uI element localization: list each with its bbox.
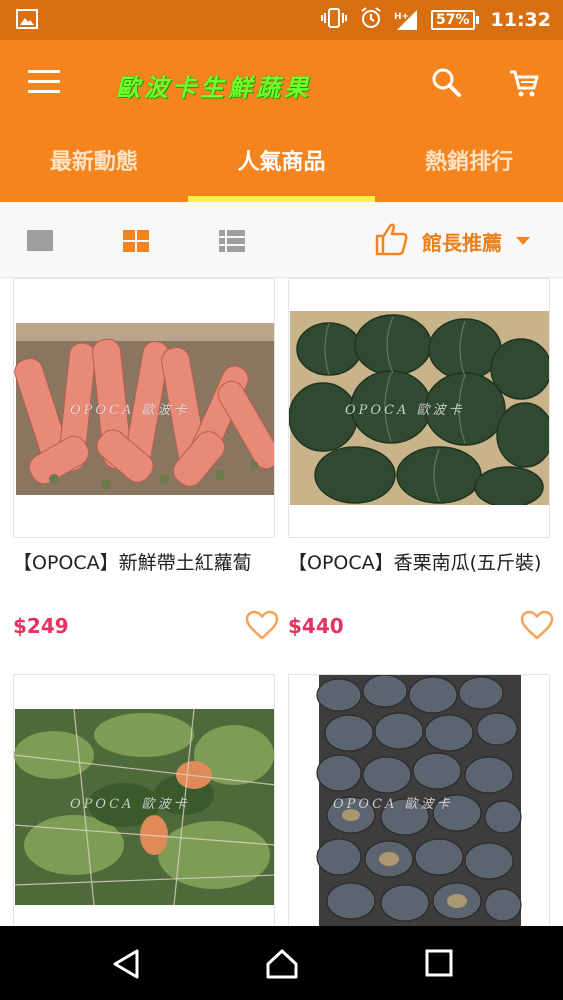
home-icon[interactable] xyxy=(265,948,299,984)
gallery-icon xyxy=(16,9,38,33)
tab-latest-label: 最新動態 xyxy=(49,150,138,175)
heart-icon[interactable] xyxy=(520,610,554,644)
tab-best-selling[interactable]: 熱銷排行 xyxy=(375,128,563,202)
product-card[interactable]: OPOCA 歐波卡 xyxy=(13,674,275,926)
search-icon[interactable] xyxy=(430,66,462,102)
menu-icon[interactable] xyxy=(28,70,60,94)
thumbs-up-icon xyxy=(374,221,410,261)
brand-logo: 歐波卡生鮮蔬果 xyxy=(116,74,312,102)
sort-dropdown[interactable]: 館長推薦 xyxy=(374,220,530,262)
cart-icon[interactable] xyxy=(508,68,540,102)
image-watermark: OPOCA 歐波卡 xyxy=(70,797,190,812)
clock: 11:32 xyxy=(490,9,551,31)
product-image[interactable]: OPOCA 歐波卡 xyxy=(288,278,550,538)
heart-icon[interactable] xyxy=(245,610,279,644)
product-grid: OPOCA 歐波卡 【OPOCA】新鮮帶土紅蘿蔔 $249 OPOCA 歐波卡 … xyxy=(0,278,563,926)
image-watermark: OPOCA 歐波卡 xyxy=(70,403,190,418)
product-image[interactable]: OPOCA 歐波卡 xyxy=(13,278,275,538)
system-nav-bar xyxy=(0,926,563,1000)
list-view-icon[interactable] xyxy=(218,229,246,257)
battery-level: 57% xyxy=(431,10,475,30)
tab-best-selling-label: 熱銷排行 xyxy=(425,150,514,175)
recents-icon[interactable] xyxy=(424,948,454,982)
product-card[interactable]: OPOCA 歐波卡 【OPOCA】新鮮帶土紅蘿蔔 $249 xyxy=(13,278,279,658)
signal-icon: H+ xyxy=(394,8,419,32)
product-name[interactable]: 【OPOCA】新鮮帶土紅蘿蔔 xyxy=(13,550,275,576)
tab-popular[interactable]: 人氣商品 xyxy=(187,128,376,202)
tab-popular-label: 人氣商品 xyxy=(237,150,326,175)
single-view-icon[interactable] xyxy=(26,229,54,257)
view-toolbar: 館長推薦 xyxy=(0,202,563,278)
app-bar: 歐波卡生鮮蔬果 xyxy=(0,40,563,128)
product-name[interactable]: 【OPOCA】香栗南瓜(五斤裝) xyxy=(288,550,550,576)
back-icon[interactable] xyxy=(111,948,141,984)
product-card[interactable]: OPOCA 歐波卡 【OPOCA】香栗南瓜(五斤裝) $440 xyxy=(288,278,554,658)
image-watermark: OPOCA 歐波卡 xyxy=(333,797,453,812)
battery-icon: 57% xyxy=(431,10,479,30)
product-card[interactable]: OPOCA 歐波卡 xyxy=(288,674,550,926)
sort-label: 館長推薦 xyxy=(422,230,502,255)
grid-view-icon[interactable] xyxy=(122,229,150,257)
alarm-icon xyxy=(359,6,383,34)
product-price: $249 xyxy=(13,614,69,638)
product-image[interactable]: OPOCA 歐波卡 xyxy=(13,674,275,926)
product-price: $440 xyxy=(288,614,344,638)
tab-latest[interactable]: 最新動態 xyxy=(0,128,188,202)
status-bar: H+ 57% 11:32 xyxy=(0,0,563,40)
chevron-down-icon xyxy=(516,237,530,245)
product-image[interactable]: OPOCA 歐波卡 xyxy=(288,674,550,926)
vibrate-icon xyxy=(321,7,347,33)
tab-bar: 最新動態 人氣商品 熱銷排行 xyxy=(0,128,563,202)
image-watermark: OPOCA 歐波卡 xyxy=(345,403,465,418)
